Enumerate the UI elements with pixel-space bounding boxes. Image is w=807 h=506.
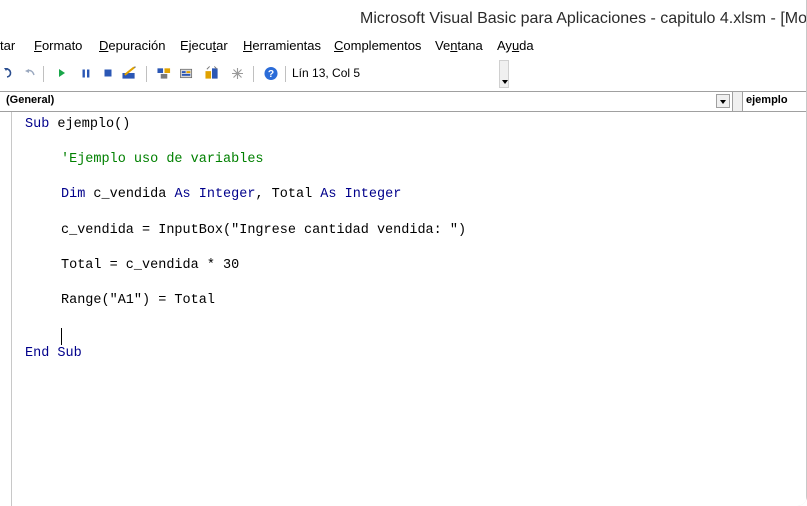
procedure-combo[interactable]: ejemplo	[742, 92, 807, 111]
menu-herramientas[interactable]: Herramientas	[243, 38, 321, 53]
code-line-dim: Dim c_vendida As Integer, Total As Integ…	[61, 187, 402, 202]
menu-ventana[interactable]: Ventana	[435, 38, 483, 53]
object-combo[interactable]: (General)	[0, 92, 733, 111]
standard-toolbar: ? Lín 13, Col 5	[0, 59, 807, 89]
menu-insertar[interactable]: tar	[0, 38, 15, 53]
object-browser-icon[interactable]	[205, 66, 219, 80]
vba-editor-window: Microsoft Visual Basic para Aplicaciones…	[0, 0, 807, 506]
toolbar-separator	[253, 66, 254, 82]
design-mode-icon[interactable]	[122, 66, 136, 80]
menu-bar: tar Formato Depuración Ejecutar Herramie…	[0, 35, 807, 59]
properties-icon[interactable]	[180, 66, 194, 80]
code-line-1: Sub ejemplo()	[25, 117, 131, 132]
code-line-inputbox: c_vendida = InputBox("Ingrese cantidad v…	[61, 223, 467, 238]
chevron-down-icon	[502, 80, 508, 84]
code-line-end-sub: End Sub	[25, 346, 82, 361]
reset-icon[interactable]	[101, 66, 115, 80]
menu-depuracion[interactable]: Depuración	[99, 38, 166, 53]
toolbar-separator	[43, 66, 44, 82]
menu-formato[interactable]: Formato	[34, 38, 82, 53]
object-dropdown-button[interactable]	[716, 94, 730, 108]
code-editor[interactable]: Sub ejemplo() 'Ejemplo uso de variables …	[0, 112, 807, 506]
toolbar-separator	[146, 66, 147, 82]
chevron-down-icon	[720, 100, 726, 104]
help-icon[interactable]: ?	[264, 66, 278, 80]
undo-icon[interactable]	[23, 66, 37, 80]
text-caret	[61, 328, 62, 345]
redo-icon[interactable]	[2, 66, 16, 80]
svg-text:?: ?	[268, 69, 274, 80]
margin-indicator-bar[interactable]	[0, 112, 12, 506]
code-line-range: Range("A1") = Total	[61, 293, 215, 308]
window-title: Microsoft Visual Basic para Aplicaciones…	[360, 10, 807, 27]
toolbox-icon[interactable]	[230, 66, 244, 80]
menu-ayuda[interactable]: Ayuda	[497, 38, 534, 53]
object-combo-value: (General)	[6, 94, 55, 106]
title-bar[interactable]: Microsoft Visual Basic para Aplicaciones…	[0, 0, 807, 35]
code-line-total: Total = c_vendida * 30	[61, 258, 240, 273]
run-icon[interactable]	[55, 66, 69, 80]
toolbar-separator	[285, 66, 286, 82]
toolbar-options-handle[interactable]	[499, 60, 509, 88]
break-icon[interactable]	[79, 66, 93, 80]
menu-complementos[interactable]: Complementos	[334, 38, 421, 53]
project-explorer-icon[interactable]	[157, 66, 171, 80]
procedure-combo-value: ejemplo	[746, 94, 788, 106]
cursor-position: Lín 13, Col 5	[292, 66, 361, 80]
code-combos: (General) ejemplo	[0, 91, 807, 112]
menu-ejecutar[interactable]: Ejecutar	[180, 38, 228, 53]
code-line-comment: 'Ejemplo uso de variables	[61, 152, 264, 167]
